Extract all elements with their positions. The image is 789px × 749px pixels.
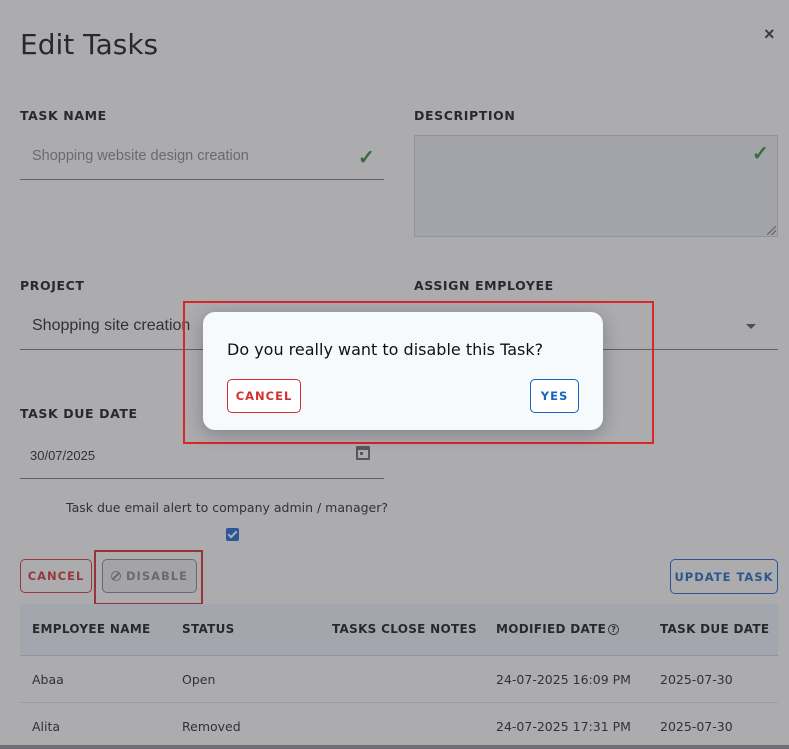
dialog-cancel-label: CANCEL <box>235 389 293 403</box>
confirm-disable-dialog: Do you really want to disable this Task?… <box>203 312 603 430</box>
dialog-yes-label: YES <box>540 389 569 403</box>
dialog-question: Do you really want to disable this Task? <box>227 340 544 359</box>
dialog-yes-button[interactable]: YES <box>530 379 579 413</box>
dialog-cancel-button[interactable]: CANCEL <box>227 379 301 413</box>
